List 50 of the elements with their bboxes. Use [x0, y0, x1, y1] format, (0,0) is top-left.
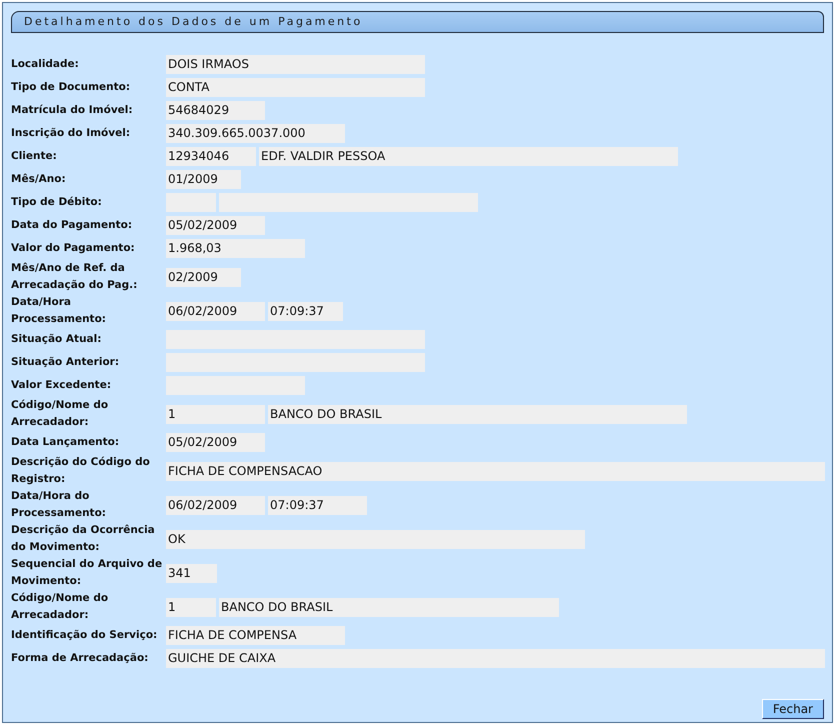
field-label: Data Lançamento: — [11, 435, 120, 450]
value-field: 06/02/2009 — [166, 302, 265, 320]
field-label: Localidade: — [11, 57, 80, 72]
field-label: Matrícula do Imóvel: — [11, 103, 134, 118]
field-label: Situação Anterior: — [11, 355, 120, 370]
value-field: 05/02/2009 — [166, 433, 265, 452]
value-field: 1 — [166, 598, 216, 616]
close-button[interactable]: Fechar — [762, 699, 824, 719]
value-field: 1 — [166, 404, 265, 424]
field-label: Mês/Ano: — [11, 172, 67, 187]
field-label: Data/Hora do Processamento: — [11, 489, 107, 521]
value-field: 01/2009 — [166, 170, 241, 189]
value-field: BANCO DO BRASIL — [268, 404, 687, 424]
value-field: GUICHE DE CAIXA — [166, 649, 825, 668]
field-label: Código/Nome do Arrecadador: — [11, 398, 110, 430]
field-label: Descrição do Código do Registro: — [11, 455, 151, 487]
field-label: Identificação do Serviço: — [11, 628, 158, 643]
value-field: 340.309.665.0037.000 — [166, 124, 345, 143]
field-label: Código/Nome do Arrecadador: — [11, 591, 110, 623]
value-field: 02/2009 — [166, 268, 241, 286]
field-label: Sequencial do Arquivo de Movimento: — [11, 557, 164, 589]
field-label: Forma de Arrecadação: — [11, 651, 150, 666]
field-label: Valor do Pagamento: — [11, 241, 136, 256]
empty-field — [166, 193, 216, 212]
value-field: 07:09:37 — [268, 496, 367, 514]
value-field: CONTA — [166, 78, 425, 97]
value-field: BANCO DO BRASIL — [219, 598, 559, 616]
value-field: 341 — [166, 564, 217, 582]
value-field: 1.968,03 — [166, 239, 305, 258]
value-field: EDF. VALDIR PESSOA — [259, 147, 678, 166]
field-label: Data/Hora Processamento: — [11, 295, 107, 327]
value-field: DOIS IRMAOS — [166, 55, 425, 74]
value-field: 12934046 — [166, 147, 256, 166]
field-label: Valor Excedente: — [11, 378, 112, 393]
field-label: Tipo de Débito: — [11, 195, 103, 210]
value-field: OK — [166, 530, 585, 548]
value-field: 06/02/2009 — [166, 496, 265, 514]
field-label: Inscrição do Imóvel: — [11, 126, 132, 141]
field-label: Descrição da Ocorrência do Movimento: — [11, 523, 156, 555]
value-field: FICHA DE COMPENSA — [166, 626, 345, 645]
panel-title: Detalhamento dos Dados de um Pagamento — [11, 11, 824, 33]
field-label: Situação Atual: — [11, 332, 102, 347]
field-label: Data do Pagamento: — [11, 218, 134, 233]
field-label: Tipo de Documento: — [11, 80, 132, 95]
field-label: Mês/Ano de Ref. da Arrecadação do Pag.: — [11, 261, 138, 293]
field-label: Cliente: — [11, 149, 58, 164]
value-field: 54684029 — [166, 101, 265, 120]
value-field: 05/02/2009 — [166, 216, 265, 235]
value-field: 07:09:37 — [268, 302, 343, 320]
value-field: FICHA DE COMPENSACAO — [166, 462, 825, 480]
